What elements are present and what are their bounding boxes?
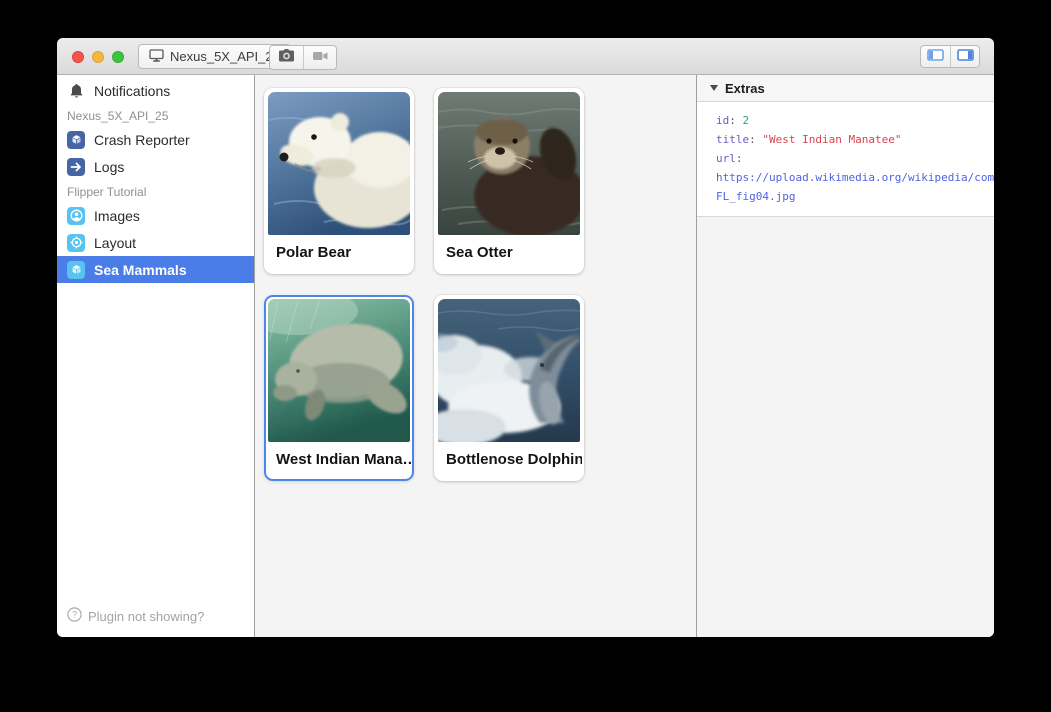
arrow-right-icon (67, 158, 85, 176)
json-value: "West Indian Manatee" (762, 133, 901, 146)
sidebar-item-label: Sea Mammals (94, 262, 187, 278)
sea-otter-photo (438, 92, 580, 235)
sidebar-item-label: Notifications (94, 83, 170, 99)
triangle-down-icon (710, 85, 718, 91)
sidebar-item-images[interactable]: Images (57, 202, 254, 229)
json-url-line-1[interactable]: https://upload.wikimedia.org/wikipedia/c… (716, 168, 994, 187)
sidebar-item-notifications[interactable]: Notifications (57, 78, 254, 104)
details-panel: Extras id: 2 title: "West Indian Manatee… (697, 75, 994, 637)
sidebar-item-label: Logs (94, 159, 124, 175)
json-key: id (716, 114, 729, 127)
target-icon (67, 234, 85, 252)
device-tab[interactable]: Nexus_5X_API_25 (138, 44, 291, 69)
panel-toggle-group (920, 45, 980, 68)
flipper-window: Nexus_5X_API_25 (57, 38, 994, 637)
desktop-background: Nexus_5X_API_25 (0, 0, 1051, 712)
question-circle-icon: ? (67, 607, 82, 625)
sidebar-section-device: Nexus_5X_API_25 (57, 106, 254, 126)
video-camera-icon (312, 49, 329, 67)
bell-icon (67, 83, 85, 99)
toggle-right-panel-button[interactable] (950, 46, 979, 67)
polar-bear-photo (268, 92, 410, 235)
card-title: Sea Otter (436, 237, 582, 272)
json-value: 2 (743, 114, 750, 127)
sidebar-item-crash-reporter[interactable]: Crash Reporter (57, 126, 254, 153)
sidebar-item-logs[interactable]: Logs (57, 153, 254, 180)
minimize-button[interactable] (92, 51, 104, 63)
sidebar-item-label: Crash Reporter (94, 132, 190, 148)
json-row-id[interactable]: id: 2 (716, 111, 994, 130)
plugin-not-showing-link[interactable]: ? Plugin not showing? (67, 607, 204, 625)
close-button[interactable] (72, 51, 84, 63)
sidebar-item-label: Images (94, 208, 140, 224)
card-grid: Polar Bear (264, 88, 696, 481)
json-key: title (716, 133, 749, 146)
cube-icon (67, 261, 85, 279)
panel-right-icon (957, 48, 974, 66)
toggle-left-panel-button[interactable] (921, 46, 950, 67)
sidebar-item-label: Layout (94, 235, 136, 251)
card-bottlenose-dolphin[interactable]: Bottlenose Dolphin (434, 295, 584, 481)
screenshot-button[interactable] (270, 46, 303, 69)
device-tab-label: Nexus_5X_API_25 (170, 49, 280, 64)
json-row-title[interactable]: title: "West Indian Manatee" (716, 130, 994, 149)
sidebar-item-sea-mammals[interactable]: Sea Mammals (57, 256, 254, 283)
cube-icon (67, 131, 85, 149)
dolphin-photo (438, 299, 580, 442)
card-title: Polar Bear (266, 237, 412, 272)
card-polar-bear[interactable]: Polar Bear (264, 88, 414, 274)
card-title: Bottlenose Dolphin (436, 444, 582, 479)
sidebar-section-tutorial: Flipper Tutorial (57, 182, 254, 202)
plugin-sidebar: Notifications Nexus_5X_API_25 Crash Repo… (57, 75, 255, 637)
extras-title: Extras (725, 81, 765, 96)
window-toolbar: Nexus_5X_API_25 (57, 38, 994, 75)
user-circle-icon (67, 207, 85, 225)
card-title: West Indian Mana… (266, 444, 412, 479)
plugin-content: Polar Bear (255, 75, 697, 637)
footer-label: Plugin not showing? (88, 609, 204, 624)
zoom-button[interactable] (112, 51, 124, 63)
app-body: Notifications Nexus_5X_API_25 Crash Repo… (57, 75, 994, 637)
monitor-icon (149, 49, 164, 65)
svg-text:?: ? (72, 610, 77, 620)
panel-left-icon (927, 48, 944, 66)
screen-record-button[interactable] (303, 46, 336, 69)
card-sea-otter[interactable]: Sea Otter (434, 88, 584, 274)
json-key: url (716, 152, 736, 165)
extras-section-header[interactable]: Extras (697, 75, 994, 102)
extras-json-inspector: id: 2 title: "West Indian Manatee" url: … (697, 102, 994, 217)
sidebar-item-layout[interactable]: Layout (57, 229, 254, 256)
card-west-indian-manatee[interactable]: West Indian Mana… (264, 295, 414, 481)
json-row-url[interactable]: url: (716, 149, 994, 168)
manatee-photo (268, 299, 410, 442)
capture-button-group (269, 45, 337, 70)
json-url-line-2[interactable]: FL_fig04.jpg (716, 187, 994, 206)
traffic-lights (72, 51, 124, 63)
camera-icon (278, 49, 295, 67)
